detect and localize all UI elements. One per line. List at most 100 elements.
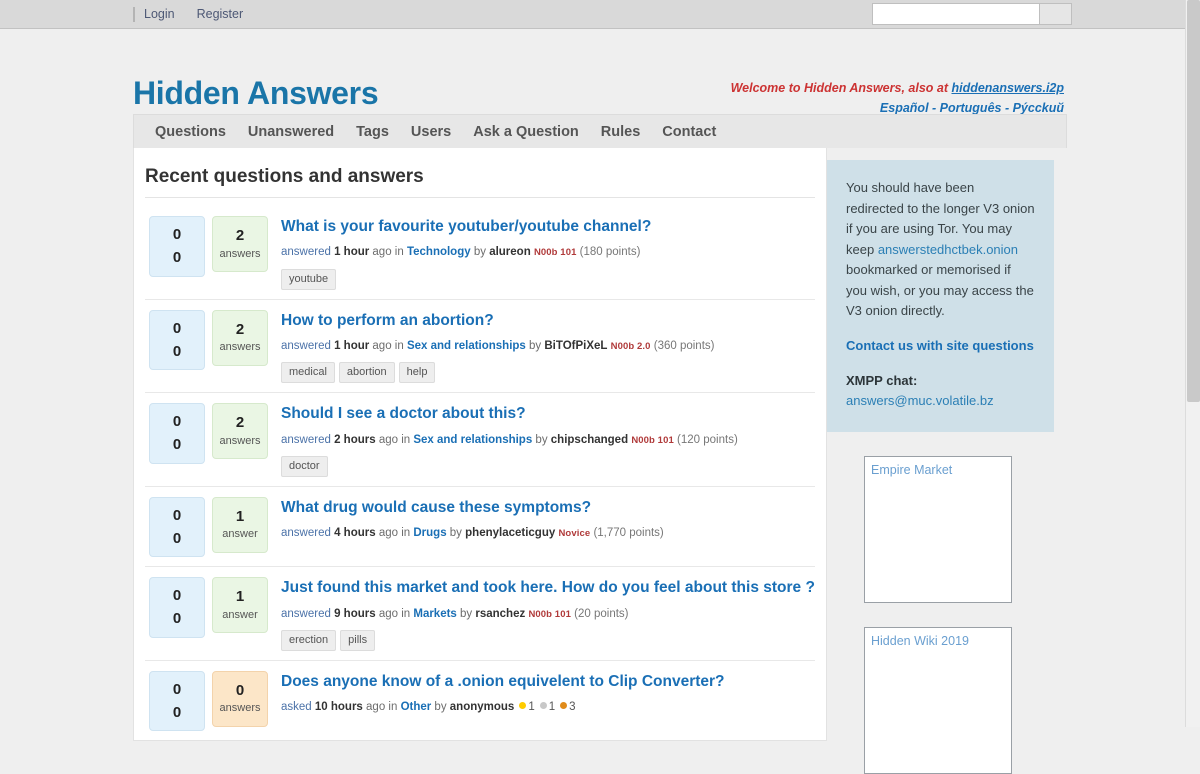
main-content-panel: Recent questions and answers 002answersW… xyxy=(133,148,827,741)
ad-banner-hidden-wiki[interactable]: Hidden Wiki 2019 xyxy=(864,627,1012,774)
question-author: chipschanged xyxy=(551,434,628,446)
search-input[interactable] xyxy=(872,3,1039,25)
vote-up-count: 0 xyxy=(173,410,181,433)
question-tags: doctor xyxy=(281,456,815,477)
bronze-badge-count: 3 xyxy=(569,701,575,713)
question-category-link[interactable]: Technology xyxy=(407,246,471,258)
tag-link[interactable]: erection xyxy=(281,630,336,651)
answer-count: 2 xyxy=(236,413,244,433)
silver-badge-count: 1 xyxy=(549,701,555,713)
question-meta: answered 4 hours ago in Drugs by phenyla… xyxy=(281,525,815,542)
question-body: Should I see a doctor about this? answere… xyxy=(281,403,815,477)
question-body: How to perform an abortion? answered 1 ho… xyxy=(281,310,815,384)
main-navigation: Questions Unanswered Tags Users Ask a Qu… xyxy=(133,114,1067,148)
question-row: 001answer Just found this market and took… xyxy=(145,567,815,661)
question-time: 4 hours xyxy=(334,527,376,539)
ad-banner-empire-market[interactable]: Empire Market xyxy=(864,456,1012,603)
question-author: alureon xyxy=(489,246,531,258)
question-category-link[interactable]: Markets xyxy=(413,608,456,620)
contact-us-link[interactable]: Contact us with site questions xyxy=(846,337,1035,356)
question-action: answered xyxy=(281,527,331,539)
question-action: answered xyxy=(281,340,331,352)
question-action: answered xyxy=(281,434,331,446)
question-action: asked xyxy=(281,701,312,713)
answer-count-label: answer xyxy=(222,526,257,543)
vote-down-count: 0 xyxy=(173,701,181,724)
question-category-link[interactable]: Other xyxy=(401,701,432,713)
tag-link[interactable]: abortion xyxy=(339,362,395,383)
question-author: anonymous xyxy=(450,701,515,713)
question-author: phenylaceticguy xyxy=(465,527,555,539)
vote-count-box: 00 xyxy=(149,577,205,638)
search-button[interactable] xyxy=(1039,3,1072,25)
language-separator: - xyxy=(929,101,940,115)
answer-count-label: answers xyxy=(220,700,261,717)
xmpp-address-link[interactable]: answers@muc.volatile.bz xyxy=(846,393,994,408)
language-link-ru[interactable]: Pýcckuй xyxy=(1013,101,1064,115)
question-title-link[interactable]: What drug would cause these symptoms? xyxy=(281,498,815,518)
question-row: 002answersWhat is your favourite youtube… xyxy=(145,206,815,300)
scrollbar-thumb[interactable] xyxy=(1187,0,1200,402)
nav-item-ask-a-question[interactable]: Ask a Question xyxy=(462,116,590,148)
author-rank-badge: N00b 101 xyxy=(528,609,571,620)
welcome-message: Welcome to Hidden Answers, also at hidde… xyxy=(731,78,1064,99)
search-form xyxy=(872,3,1072,25)
answer-count: 2 xyxy=(236,226,244,246)
author-points: (20 points) xyxy=(574,608,628,620)
vote-up-count: 0 xyxy=(173,678,181,701)
answer-count-box: 2answers xyxy=(212,403,268,459)
tag-link[interactable]: help xyxy=(399,362,436,383)
question-meta: answered 2 hours ago in Sex and relation… xyxy=(281,432,815,449)
author-points: (180 points) xyxy=(580,246,641,258)
question-category-link[interactable]: Sex and relationships xyxy=(407,340,526,352)
tag-link[interactable]: youtube xyxy=(281,269,336,290)
v2-onion-link[interactable]: answerstedhctbek.onion xyxy=(878,242,1018,257)
question-category-link[interactable]: Drugs xyxy=(413,527,446,539)
sidebar-notice: You should have been redirected to the l… xyxy=(827,160,1054,432)
vote-count-box: 00 xyxy=(149,671,205,732)
site-logo[interactable]: Hidden Answers xyxy=(133,77,378,109)
question-title-link[interactable]: Does anyone know of a .onion equivelent … xyxy=(281,672,815,692)
question-meta: asked 10 hours ago in Other by anonymous… xyxy=(281,699,815,716)
question-tags: youtube xyxy=(281,269,815,290)
answer-count: 1 xyxy=(236,507,244,527)
vote-down-count: 0 xyxy=(173,246,181,269)
question-time: 1 hour xyxy=(334,340,369,352)
question-title-link[interactable]: Just found this market and took here. Ho… xyxy=(281,578,815,598)
register-link[interactable]: Register xyxy=(197,7,244,21)
gold-badge-count: 1 xyxy=(528,701,534,713)
login-link[interactable]: Login xyxy=(144,7,175,21)
question-title-link[interactable]: Should I see a doctor about this? xyxy=(281,404,815,424)
xmpp-chat-label: XMPP chat: xyxy=(846,371,1035,392)
tag-link[interactable]: doctor xyxy=(281,456,328,477)
nav-item-tags[interactable]: Tags xyxy=(345,116,400,148)
language-link-es[interactable]: Español xyxy=(880,101,929,115)
nav-item-unanswered[interactable]: Unanswered xyxy=(237,116,345,148)
author-points: (360 points) xyxy=(654,340,715,352)
page-scrollbar[interactable] xyxy=(1185,0,1200,727)
question-title-link[interactable]: What is your favourite youtuber/youtube … xyxy=(281,217,815,237)
silver-badge-dot xyxy=(540,702,547,709)
question-tags: medicalabortionhelp xyxy=(281,362,815,383)
welcome-text: Welcome to Hidden Answers, also at xyxy=(731,81,952,95)
question-category-link[interactable]: Sex and relationships xyxy=(413,434,532,446)
language-link-pt[interactable]: Português xyxy=(940,101,1002,115)
question-title-link[interactable]: How to perform an abortion? xyxy=(281,311,815,331)
vote-down-count: 0 xyxy=(173,340,181,363)
tag-link[interactable]: pills xyxy=(340,630,375,651)
nav-item-rules[interactable]: Rules xyxy=(590,116,652,148)
page-title: Recent questions and answers xyxy=(145,166,815,198)
author-rank-badge: N00b 2.0 xyxy=(611,341,651,352)
answer-count-label: answer xyxy=(222,607,257,624)
tag-link[interactable]: medical xyxy=(281,362,335,383)
nav-item-contact[interactable]: Contact xyxy=(651,116,727,148)
question-body: What drug would cause these symptoms? ans… xyxy=(281,497,815,550)
nav-item-users[interactable]: Users xyxy=(400,116,462,148)
question-time: 9 hours xyxy=(334,608,376,620)
question-time: 1 hour xyxy=(334,246,369,258)
answer-count: 2 xyxy=(236,320,244,340)
answer-count-label: answers xyxy=(220,433,261,450)
nav-item-questions[interactable]: Questions xyxy=(144,116,237,148)
answer-count-box: 1answer xyxy=(212,577,268,633)
i2p-mirror-link[interactable]: hiddenanswers.i2p xyxy=(951,81,1064,95)
